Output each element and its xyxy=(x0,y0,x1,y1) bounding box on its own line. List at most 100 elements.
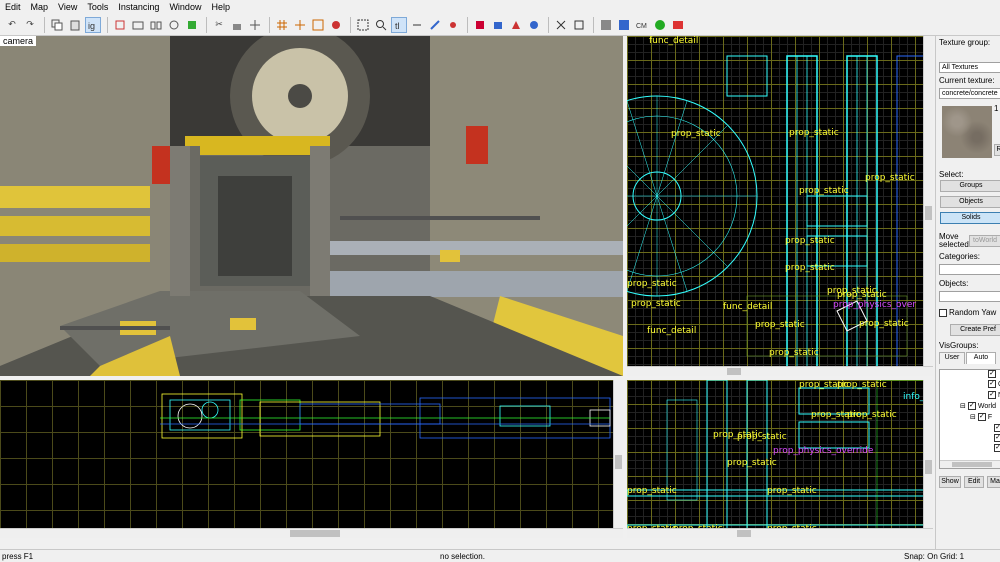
grid-smaller-icon[interactable] xyxy=(292,17,308,33)
side-view-viewport[interactable]: prop_static prop_static prop_static prop… xyxy=(627,380,933,538)
menu-instancing[interactable]: Instancing xyxy=(113,0,164,14)
overlay-icon[interactable] xyxy=(553,17,569,33)
menu-view[interactable]: View xyxy=(53,0,82,14)
checkbox[interactable]: ✓ xyxy=(988,380,996,388)
toolbar-divider xyxy=(107,16,108,33)
visgroups-label: VisGroups: xyxy=(939,341,979,350)
select-objects-button[interactable]: Objects xyxy=(940,196,1000,208)
random-yaw-checkbox[interactable]: Random Yaw xyxy=(939,308,996,317)
select-solids-button[interactable]: Solids xyxy=(940,212,1000,224)
entity-label: prop_static xyxy=(789,128,839,138)
texture-group-select[interactable]: All Textures xyxy=(939,62,1000,73)
entity-report-icon[interactable] xyxy=(616,17,632,33)
run-map-icon[interactable] xyxy=(652,17,668,33)
tree-item[interactable]: ✓ xyxy=(994,424,1000,432)
checkbox[interactable]: ✓ xyxy=(967,402,976,410)
categories-select[interactable] xyxy=(939,264,1000,275)
tree-item[interactable]: ✓ xyxy=(994,434,1000,442)
main-toolbar: ↶ ↷ ig ✂ tl CM xyxy=(0,14,1000,36)
select-groups-button[interactable]: Groups xyxy=(940,180,1000,192)
undo-icon[interactable]: ↶ xyxy=(4,17,20,33)
horizontal-scrollbar[interactable] xyxy=(627,366,933,376)
menu-window[interactable]: Window xyxy=(164,0,206,14)
checkbox[interactable] xyxy=(939,308,947,317)
expand-icon[interactable]: ⊟ xyxy=(970,413,976,421)
hide-icon[interactable] xyxy=(166,17,182,33)
game-config-icon[interactable] xyxy=(670,17,686,33)
vertical-scrollbar[interactable] xyxy=(613,380,623,538)
path-icon[interactable] xyxy=(571,17,587,33)
svg-text:ig: ig xyxy=(88,21,95,31)
vertical-scrollbar[interactable] xyxy=(923,380,933,538)
tab-auto[interactable]: Auto xyxy=(966,352,996,364)
texture-lock-icon[interactable] xyxy=(229,17,245,33)
current-texture-select[interactable]: concrete/concrete xyxy=(939,88,1000,99)
texture-lock-toggle-icon[interactable]: tl xyxy=(391,16,407,33)
checkbox[interactable]: ✓ xyxy=(988,391,996,399)
checkbox[interactable]: ✓ xyxy=(994,434,1000,442)
cut-icon[interactable]: ✂ xyxy=(211,17,227,33)
horizontal-scrollbar[interactable] xyxy=(0,528,623,538)
group-icon[interactable] xyxy=(130,17,146,33)
selection-box-icon[interactable] xyxy=(355,17,371,33)
entity-tool-icon[interactable] xyxy=(472,17,488,33)
carve-icon[interactable] xyxy=(112,17,128,33)
horizontal-scrollbar[interactable] xyxy=(940,460,1000,468)
ungroup-icon[interactable] xyxy=(148,17,164,33)
clip-icon[interactable] xyxy=(427,17,443,33)
vertical-scrollbar[interactable] xyxy=(923,36,933,376)
create-prefab-button[interactable]: Create Pref xyxy=(950,324,1000,336)
cordon-icon[interactable]: CM xyxy=(634,17,650,33)
checkbox[interactable]: ✓ xyxy=(994,444,1000,452)
entity-label: prop_static xyxy=(865,173,915,183)
grid-larger-icon[interactable] xyxy=(310,17,326,33)
ignore-groups-icon[interactable]: ig xyxy=(85,16,101,33)
flip-icon[interactable] xyxy=(409,17,425,33)
front-view-viewport[interactable] xyxy=(0,380,623,538)
redo-icon[interactable]: ↷ xyxy=(22,17,38,33)
menu-map[interactable]: Map xyxy=(26,0,54,14)
copy-icon[interactable] xyxy=(49,17,65,33)
viewport-label: camera xyxy=(0,36,37,46)
show-icon[interactable] xyxy=(184,17,200,33)
replace-texture-button[interactable]: R xyxy=(994,144,1000,156)
snap-icon[interactable] xyxy=(247,17,263,33)
tree-item[interactable]: ⊟ ✓ F xyxy=(970,413,992,421)
tab-user[interactable]: User xyxy=(939,352,965,364)
vertex-icon[interactable] xyxy=(445,17,461,33)
menu-tools[interactable]: Tools xyxy=(82,0,113,14)
block-tool-icon[interactable] xyxy=(490,17,506,33)
visgroup-tree[interactable]: ✓ ✓C ✓N ⊟✓World ⊟✓F ✓ ✓ ✓ xyxy=(939,369,1000,469)
compile-icon[interactable] xyxy=(328,17,344,33)
checkbox[interactable]: ✓ xyxy=(988,370,996,378)
apply-texture-icon[interactable] xyxy=(508,17,524,33)
entity-label: func_detail xyxy=(647,326,697,336)
checkbox[interactable]: ✓ xyxy=(977,413,986,421)
texture-size-label: 1 xyxy=(994,104,999,113)
paste-icon[interactable] xyxy=(67,17,83,33)
edit-button[interactable]: Edit xyxy=(964,476,984,488)
show-button[interactable]: Show xyxy=(939,476,961,488)
grid-toggle-icon[interactable] xyxy=(274,17,290,33)
texture-preview[interactable] xyxy=(942,106,992,158)
tree-item[interactable]: ✓C xyxy=(988,380,1000,388)
expand-icon[interactable]: ⊟ xyxy=(960,402,966,410)
tree-item[interactable]: ✓N xyxy=(988,391,1000,399)
top-view-viewport[interactable]: func_detail prop_static prop_static prop… xyxy=(627,36,933,376)
horizontal-scrollbar[interactable] xyxy=(627,528,933,538)
toolbar-divider xyxy=(548,16,549,33)
objects-select[interactable] xyxy=(939,291,1000,302)
tree-item[interactable]: ⊟ ✓ World xyxy=(960,402,996,410)
camera-viewport[interactable]: camera xyxy=(0,36,623,376)
magnify-icon[interactable] xyxy=(373,17,389,33)
apply-decal-icon[interactable] xyxy=(526,17,542,33)
menu-edit[interactable]: Edit xyxy=(0,0,26,14)
entity-label: prop_static xyxy=(799,186,849,196)
texture-browser-icon[interactable] xyxy=(598,17,614,33)
mark-button[interactable]: Ma xyxy=(987,476,1000,488)
checkbox[interactable]: ✓ xyxy=(994,424,1000,432)
tree-item[interactable]: ✓ xyxy=(994,444,1000,452)
tree-item[interactable]: ✓ xyxy=(988,370,998,378)
menu-help[interactable]: Help xyxy=(206,0,235,14)
to-world-button[interactable]: toWorld xyxy=(969,235,1000,247)
